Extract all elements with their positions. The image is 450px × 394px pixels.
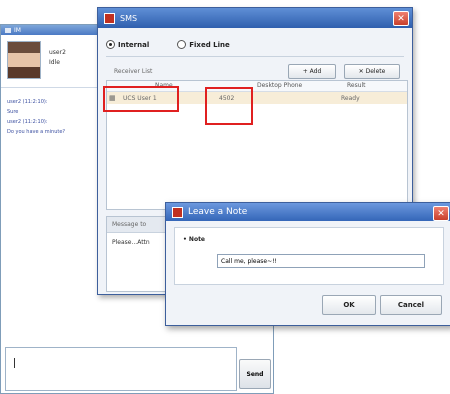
send-button[interactable]: Send <box>239 359 271 389</box>
delete-button[interactable]: ✕ Delete <box>344 64 400 79</box>
radio-unselected-icon <box>177 40 187 49</box>
sms-titlebar: SMS <box>98 8 412 28</box>
recipient-type: Internal Fixed Line <box>106 40 230 49</box>
ok-button[interactable]: OK <box>322 295 376 315</box>
chat-input[interactable] <box>5 347 237 391</box>
text-caret <box>14 358 15 368</box>
column-desktop-phone: Desktop Phone <box>257 82 303 89</box>
radio-internal-label: Internal <box>118 40 150 49</box>
profile-name: user2 <box>49 49 66 56</box>
leave-note-dialog: Leave a Note ✕ • Note Call me, please~!!… <box>165 202 450 326</box>
avatar <box>7 41 41 79</box>
note-input[interactable]: Call me, please~!! <box>217 254 425 268</box>
close-icon[interactable]: ✕ <box>393 11 409 26</box>
divider <box>106 56 404 57</box>
radio-fixed-line-label: Fixed Line <box>189 40 230 49</box>
app-icon <box>172 206 183 218</box>
close-icon[interactable]: ✕ <box>433 206 449 221</box>
app-icon <box>104 12 115 24</box>
note-panel: • Note Call me, please~!! <box>174 227 444 285</box>
note-label: • Note <box>183 236 206 243</box>
radio-internal[interactable]: Internal <box>106 40 149 49</box>
row-result: Ready <box>341 95 360 102</box>
note-title-text: Leave a Note <box>188 207 248 217</box>
highlight-box-phone <box>205 87 253 125</box>
radio-fixed-line[interactable]: Fixed Line <box>177 40 230 49</box>
profile-status: Idle <box>49 59 60 66</box>
highlight-box-name <box>103 86 179 112</box>
radio-selected-icon <box>106 40 115 49</box>
receiver-list-label: Receiver List <box>114 68 153 75</box>
note-titlebar: Leave a Note <box>166 203 450 221</box>
column-result: Result <box>347 82 366 89</box>
chat-title-text: IM <box>14 26 21 34</box>
add-button[interactable]: + Add <box>288 64 336 79</box>
cancel-button[interactable]: Cancel <box>380 295 442 315</box>
window-icon <box>5 27 11 33</box>
sms-title-text: SMS <box>120 13 138 23</box>
